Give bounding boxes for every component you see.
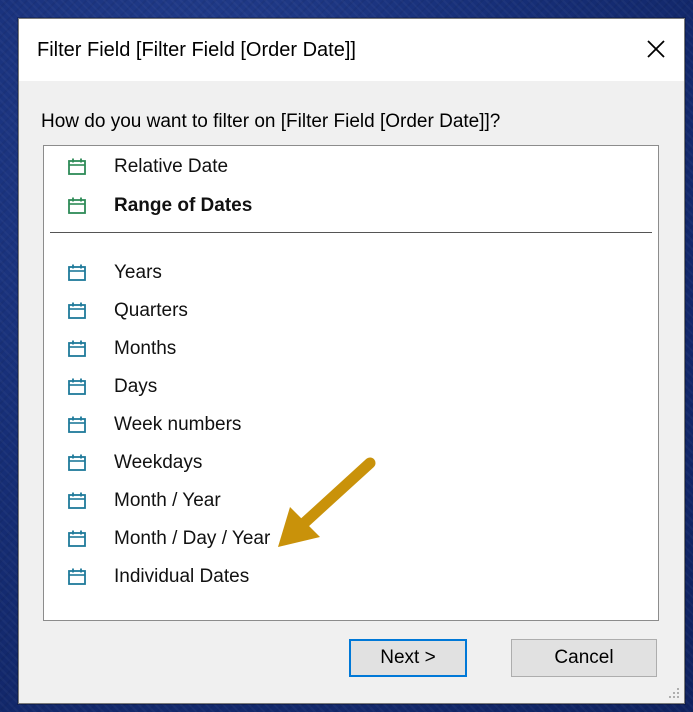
filter-field-dialog: Filter Field [Filter Field [Order Date]]… xyxy=(18,18,685,704)
calendar-icon xyxy=(66,566,88,588)
list-item-range-of-dates[interactable]: Range of Dates xyxy=(66,191,626,221)
close-icon xyxy=(647,40,665,58)
calendar-icon xyxy=(66,452,88,474)
filter-prompt: How do you want to filter on [Filter Fie… xyxy=(41,111,501,132)
calendar-icon xyxy=(66,528,88,550)
list-item-label: Days xyxy=(114,376,158,397)
dialog-titlebar: Filter Field [Filter Field [Order Date]] xyxy=(19,19,684,81)
list-item-label: Weekdays xyxy=(114,452,203,473)
list-item-label: Years xyxy=(114,262,162,283)
close-button[interactable] xyxy=(638,31,674,67)
list-item-individual-dates[interactable]: Individual Dates xyxy=(66,562,626,592)
calendar-icon xyxy=(66,490,88,512)
dialog-title: Filter Field [Filter Field [Order Date]] xyxy=(37,39,356,61)
calendar-icon xyxy=(66,156,88,178)
list-item-label: Months xyxy=(114,338,177,359)
cancel-button[interactable]: Cancel xyxy=(511,639,657,677)
list-item-label: Month / Day / Year xyxy=(114,528,271,549)
list-item-days[interactable]: Days xyxy=(66,372,626,402)
calendar-icon xyxy=(66,376,88,398)
calendar-icon xyxy=(66,195,88,217)
calendar-icon xyxy=(66,262,88,284)
calendar-icon xyxy=(66,414,88,436)
list-item-label: Quarters xyxy=(114,300,188,321)
list-item-month-year[interactable]: Month / Year xyxy=(66,486,626,516)
calendar-icon xyxy=(66,338,88,360)
list-item-quarters[interactable]: Quarters xyxy=(66,296,626,326)
list-item-label: Relative Date xyxy=(114,156,229,177)
list-item-label: Week numbers xyxy=(114,414,242,435)
list-item-relative-date[interactable]: Relative Date xyxy=(66,152,626,182)
next-button[interactable]: Next > xyxy=(349,639,467,677)
list-separator xyxy=(50,232,652,233)
list-item-years[interactable]: Years xyxy=(66,258,626,288)
list-item-label: Individual Dates xyxy=(114,566,250,587)
list-item-label: Month / Year xyxy=(114,490,221,511)
filter-type-listbox[interactable]: Relative Date Range of Dates Years Quarter… xyxy=(43,145,659,621)
list-item-label: Range of Dates xyxy=(114,195,253,216)
resize-grip-icon[interactable] xyxy=(666,685,680,699)
list-item-week-numbers[interactable]: Week numbers xyxy=(66,410,626,440)
list-item-months[interactable]: Months xyxy=(66,334,626,364)
calendar-icon xyxy=(66,300,88,322)
list-item-month-day-year[interactable]: Month / Day / Year xyxy=(66,524,626,554)
list-item-weekdays[interactable]: Weekdays xyxy=(66,448,626,478)
